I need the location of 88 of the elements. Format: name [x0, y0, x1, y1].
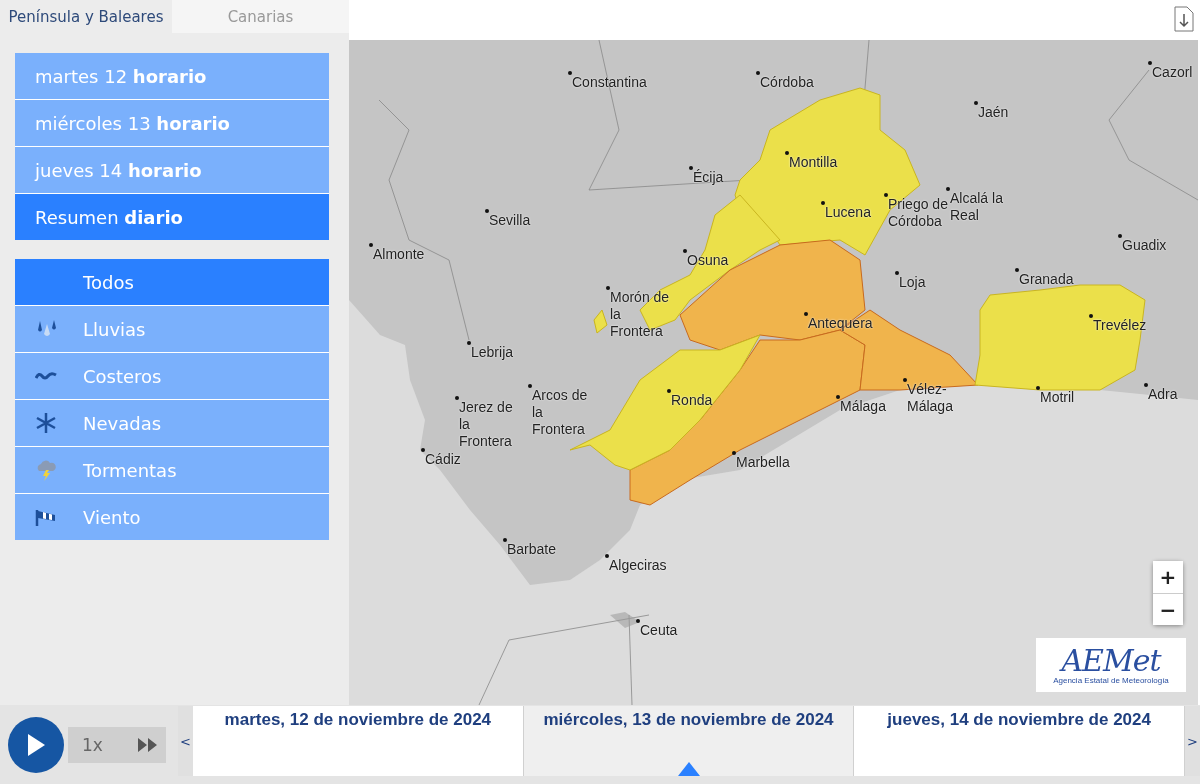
phenomenon-item[interactable]: Viento — [15, 494, 329, 540]
city-label: Arcos de la Frontera — [532, 387, 589, 438]
city-label: Écija — [693, 169, 724, 186]
city-label: Algeciras — [609, 557, 667, 574]
city-dot — [568, 71, 572, 75]
city-label: Lucena — [825, 204, 871, 221]
city-dot — [884, 193, 888, 197]
city-dot — [503, 538, 507, 542]
city-dot — [605, 554, 609, 558]
city-label: Málaga — [840, 398, 886, 415]
city-label: Marbella — [736, 454, 790, 471]
region-tab[interactable]: Canarias — [172, 0, 349, 33]
phenomenon-item[interactable]: Todos — [15, 259, 329, 305]
city-label: Jerez de la Frontera — [459, 399, 514, 450]
city-dot — [689, 166, 693, 170]
city-label: Granada — [1019, 271, 1074, 288]
city-label: Cádiz — [425, 451, 461, 468]
day-tab[interactable]: miércoles, 13 de noviembre de 2024 — [523, 706, 855, 776]
city-dot — [836, 395, 840, 399]
logo-subtitle: Agencia Estatal de Meteorología — [1053, 675, 1169, 685]
city-dot — [903, 378, 907, 382]
warning-zone[interactable] — [593, 309, 608, 334]
city-dot — [785, 151, 789, 155]
city-label: Barbate — [507, 541, 557, 558]
city-dot — [455, 396, 459, 400]
city-label: Jaén — [978, 104, 1009, 121]
city-dot — [974, 101, 978, 105]
city-dot — [821, 201, 825, 205]
city-label: Cazorl — [1152, 64, 1193, 81]
city-dot — [369, 243, 373, 247]
city-dot — [485, 209, 489, 213]
city-dot — [1118, 234, 1122, 238]
city-label: Lebrija — [471, 344, 514, 361]
city-label: Almonte — [373, 246, 425, 263]
city-dot — [667, 389, 671, 393]
city-label: Adra — [1148, 386, 1178, 403]
day-menu-item[interactable]: Resumen diario — [15, 194, 329, 240]
city-label: Ronda — [671, 392, 713, 409]
fast-forward-icon — [138, 737, 158, 752]
day-tab[interactable]: martes, 12 de noviembre de 2024 — [193, 706, 524, 776]
zoom-in-button[interactable]: + — [1153, 561, 1183, 593]
city-dot — [1036, 386, 1040, 390]
city-dot — [946, 187, 950, 191]
city-label: Córdoba — [760, 74, 814, 91]
phenomenon-item[interactable]: Costeros — [15, 353, 329, 399]
city-dot — [683, 249, 687, 253]
snowflake-icon — [35, 412, 57, 434]
city-label: Morón de la Frontera — [610, 289, 671, 340]
play-button[interactable] — [8, 716, 64, 773]
download-icon[interactable] — [1174, 6, 1194, 32]
next-day-button[interactable]: > — [1185, 706, 1200, 776]
previous-day-button[interactable]: < — [178, 706, 193, 776]
city-label: Alcalá la Real — [950, 190, 1004, 224]
zoom-out-button[interactable]: − — [1153, 593, 1183, 625]
selected-marker-icon — [677, 762, 700, 776]
phenomenon-item[interactable]: Tormentas — [15, 447, 329, 493]
speed-control[interactable]: 1x — [68, 726, 166, 763]
city-label: Ceuta — [640, 622, 678, 639]
city-dot — [1144, 383, 1148, 387]
city-dot — [528, 384, 532, 388]
city-dot — [636, 619, 640, 623]
city-dot — [606, 286, 610, 290]
city-label: Constantina — [572, 74, 647, 91]
city-label: Montilla — [789, 154, 838, 171]
city-dot — [732, 451, 736, 455]
phenomenon-item[interactable]: Nevadas — [15, 400, 329, 446]
city-dot — [467, 341, 471, 345]
city-label: Loja — [899, 274, 926, 291]
city-dot — [1015, 268, 1019, 272]
phenomenon-item[interactable]: Lluvias — [15, 306, 329, 352]
city-label: Motril — [1040, 389, 1075, 406]
city-label: Antequera — [808, 315, 873, 332]
city-label: Sevilla — [489, 212, 531, 229]
city-dot — [895, 271, 899, 275]
warning-zone[interactable] — [974, 284, 1146, 391]
city-dot — [804, 312, 808, 316]
day-menu-item[interactable]: jueves 14 horario — [15, 147, 329, 193]
city-dot — [1089, 314, 1093, 318]
city-dot — [1148, 61, 1152, 65]
play-icon — [26, 732, 46, 757]
city-label: Guadix — [1122, 237, 1167, 254]
city-dot — [756, 71, 760, 75]
day-menu-item[interactable]: martes 12 horario — [15, 53, 329, 99]
logo-wordmark: AEMet — [1061, 645, 1161, 676]
day-menu-item[interactable]: miércoles 13 horario — [15, 100, 329, 146]
city-dot — [421, 448, 425, 452]
storm-cloud-icon — [35, 459, 57, 481]
day-tab[interactable]: jueves, 14 de noviembre de 2024 — [854, 706, 1185, 776]
